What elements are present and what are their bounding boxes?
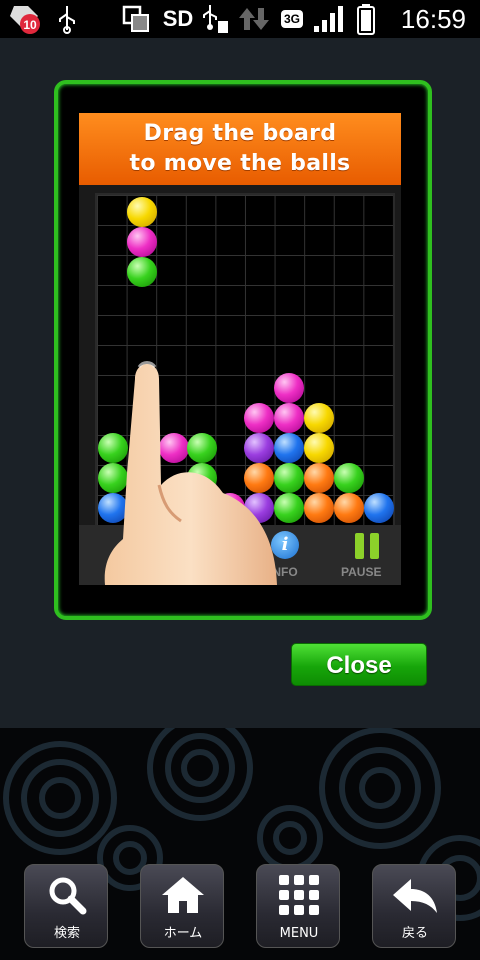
tutorial-banner: Drag the board to move the balls — [79, 113, 401, 185]
battery-icon — [354, 0, 378, 38]
home-icon — [141, 871, 225, 919]
dock-label-menu: MENU — [279, 926, 319, 941]
3g-label: 3G — [280, 10, 303, 28]
screenshot-icon — [120, 0, 154, 38]
status-bar: 10 SD 3G 16:59 — [0, 0, 480, 38]
pointing-hand-icon — [104, 361, 277, 585]
banner-line-2: to move the balls — [129, 151, 351, 176]
ball-orange — [334, 493, 364, 523]
3g-icon: 3G — [276, 0, 308, 38]
close-button[interactable]: Close — [291, 643, 427, 686]
dock-home-button[interactable]: ホーム — [140, 864, 224, 948]
usb-debug-icon — [198, 0, 232, 38]
banner-line-1: Drag the board — [143, 121, 337, 146]
tutorial-image: Drag the board to move the balls i INFO … — [79, 113, 401, 585]
signal-icon — [310, 0, 346, 38]
dock-search-button[interactable]: 検索 — [24, 864, 108, 948]
grid-menu-icon — [257, 871, 341, 919]
ball-yellow — [304, 433, 334, 463]
ball-green — [127, 257, 157, 287]
dock-label-home: ホーム — [163, 926, 203, 941]
notification-badge-icon: 10 — [8, 0, 44, 38]
ball-magenta — [127, 227, 157, 257]
notification-count: 10 — [23, 18, 37, 32]
ball-yellow — [304, 403, 334, 433]
sd-icon: SD — [162, 6, 194, 31]
ball-blue — [364, 493, 394, 523]
ball-yellow — [127, 197, 157, 227]
usb-icon — [54, 0, 80, 38]
dock-menu-button[interactable]: MENU — [256, 864, 340, 948]
ball-orange — [304, 493, 334, 523]
search-icon — [25, 871, 109, 919]
pause-icon — [353, 531, 383, 561]
status-clock: 16:59 — [400, 4, 466, 34]
dock-label-search: 検索 — [53, 926, 80, 941]
ball-green — [334, 463, 364, 493]
dock-label-back: 戻る — [401, 926, 428, 941]
back-arrow-icon — [373, 871, 457, 919]
dock-back-button[interactable]: 戻る — [372, 864, 456, 948]
ball-orange — [304, 463, 334, 493]
pause-label: PAUSE — [341, 565, 382, 579]
data-transfer-icon — [236, 0, 272, 38]
